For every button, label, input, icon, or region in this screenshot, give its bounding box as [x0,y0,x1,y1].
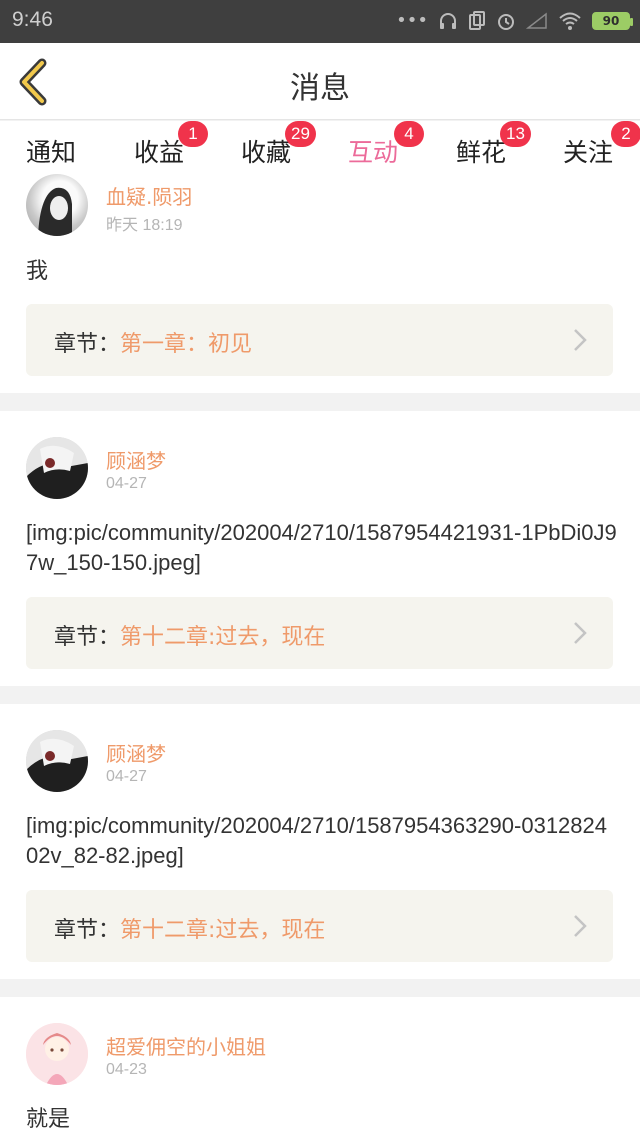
list-item: 顾涵梦 04-27 [img:pic/community/202004/2710… [0,411,640,686]
chapter-text: 章节：第一章：初见 [54,326,252,358]
avatar[interactable] [26,1023,88,1085]
chevron-right-icon [574,915,587,937]
wifi-icon [559,12,581,30]
tab-label: 关注 [563,138,614,167]
tab-favorites[interactable]: 收藏 29 [241,121,316,169]
sender-name[interactable]: 顾涵梦 [106,445,166,474]
signal-icon [526,12,547,29]
chevron-right-icon [574,622,587,644]
more-dots-icon: ••• [396,10,428,31]
tab-label: 鲜花 [456,138,507,167]
status-time: 9:46 [12,8,53,31]
chapter-link[interactable]: 章节：第十二章:过去，现在 [26,597,613,669]
tab-badge: 29 [285,121,316,147]
chapter-label: 章节： [54,332,121,357]
tab-label: 收藏 [241,138,292,167]
status-icons: ••• 90 [396,8,633,34]
message-content: [img:pic/community/202004/2710/158795442… [26,520,617,575]
tab-follows[interactable]: 关注 2 [563,121,640,169]
page-title: 消息 [290,71,350,106]
sender-name[interactable]: 顾涵梦 [106,738,166,767]
avatar-image [26,1023,88,1085]
chapter-label: 章节： [54,918,121,943]
chapter-link[interactable]: 章节：第一章：初见 [26,304,613,376]
message-content: [img:pic/community/202004/2710/158795436… [26,813,607,868]
tab-flowers[interactable]: 鲜花 13 [456,121,531,169]
list-item: 血疑.陨羽 昨天 18:19 我 章节：第一章：初见 [0,174,640,393]
chapter-title: 第十二章:过去，现在 [120,918,326,943]
avatar-image [26,730,88,792]
chapter-text: 章节：第十二章:过去，现在 [54,619,325,651]
sender-name[interactable]: 超爱佣空的小姐姐 [106,1031,266,1060]
message-date: 昨天 18:19 [106,217,183,234]
chevron-right-icon [574,329,587,351]
tab-label: 通知 [26,138,77,167]
message-content: 就是 [26,1106,71,1131]
sender-name[interactable]: 血疑.陨羽 [106,181,192,210]
chapter-title: 第一章：初见 [120,332,253,357]
tab-label: 收益 [134,138,185,167]
tab-badge: 2 [611,121,640,147]
tab-notifications[interactable]: 通知 [26,133,76,169]
tab-interactions[interactable]: 互动 4 [348,121,424,183]
message-date: 04-27 [106,475,147,492]
tab-bar: 通知 收益 1 收藏 29 互动 4 鲜花 13 关注 2 [0,121,640,183]
message-content: 我 [26,258,49,283]
status-bar: 9:46 ••• 90 [0,0,640,43]
avatar-image [26,437,88,499]
tab-badge: 13 [500,121,531,147]
battery-indicator: 90 [592,12,633,30]
tab-badge: 4 [394,121,424,147]
avatar[interactable] [26,174,88,236]
sim-icon [469,11,485,30]
battery-level: 90 [602,14,620,28]
avatar[interactable] [26,730,88,792]
tab-earnings[interactable]: 收益 1 [134,121,208,169]
tab-label: 互动 [348,138,399,167]
tab-badge: 1 [178,121,208,147]
avatar-image [38,187,72,236]
list-item: 顾涵梦 04-27 [img:pic/community/202004/2710… [0,704,640,979]
alarm-icon [498,14,514,30]
chapter-label: 章节： [54,625,121,650]
chapter-text: 章节：第十二章:过去，现在 [54,912,325,944]
list-item: 超爱佣空的小姐姐 04-23 就是 [0,997,640,1138]
message-date: 04-23 [106,1061,147,1078]
avatar[interactable] [26,437,88,499]
chapter-title: 第十二章:过去，现在 [120,625,326,650]
headset-icon [440,13,456,29]
header: 消息 [0,43,640,120]
message-date: 04-27 [106,768,147,785]
chapter-link[interactable]: 章节：第十二章:过去，现在 [26,890,613,962]
